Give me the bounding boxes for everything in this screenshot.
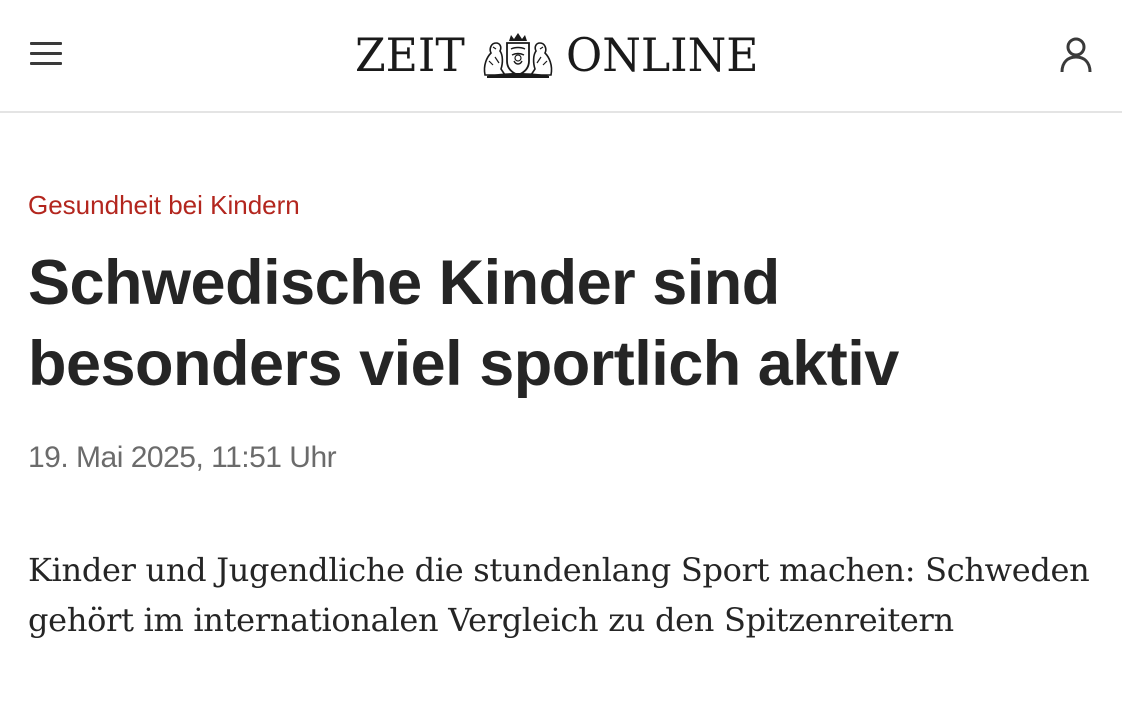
- site-header: ZEIT ONLINE: [0, 0, 1122, 113]
- article-headline: Schwedische Kinder sind besonders viel s…: [28, 248, 899, 399]
- article-date: 19. Mai 2025, 11:51 Uhr: [28, 441, 337, 474]
- zeit-online-logo[interactable]: ZEIT ONLINE: [355, 30, 767, 80]
- menu-bar: [30, 52, 62, 55]
- menu-bar: [30, 42, 62, 45]
- logo-word-zeit: ZEIT: [355, 28, 465, 82]
- hamburger-menu-icon[interactable]: [28, 40, 64, 68]
- logo-word-online: ONLINE: [566, 28, 759, 82]
- user-account-icon[interactable]: [1058, 36, 1094, 74]
- article-summary: Kinder und Jugendliche die stundenlang S…: [28, 551, 1090, 639]
- article-kicker[interactable]: Gesundheit bei Kindern: [28, 188, 300, 222]
- user-icon-graphic: [1060, 37, 1092, 73]
- coat-of-arms-icon: [483, 33, 553, 78]
- menu-bar: [30, 62, 62, 65]
